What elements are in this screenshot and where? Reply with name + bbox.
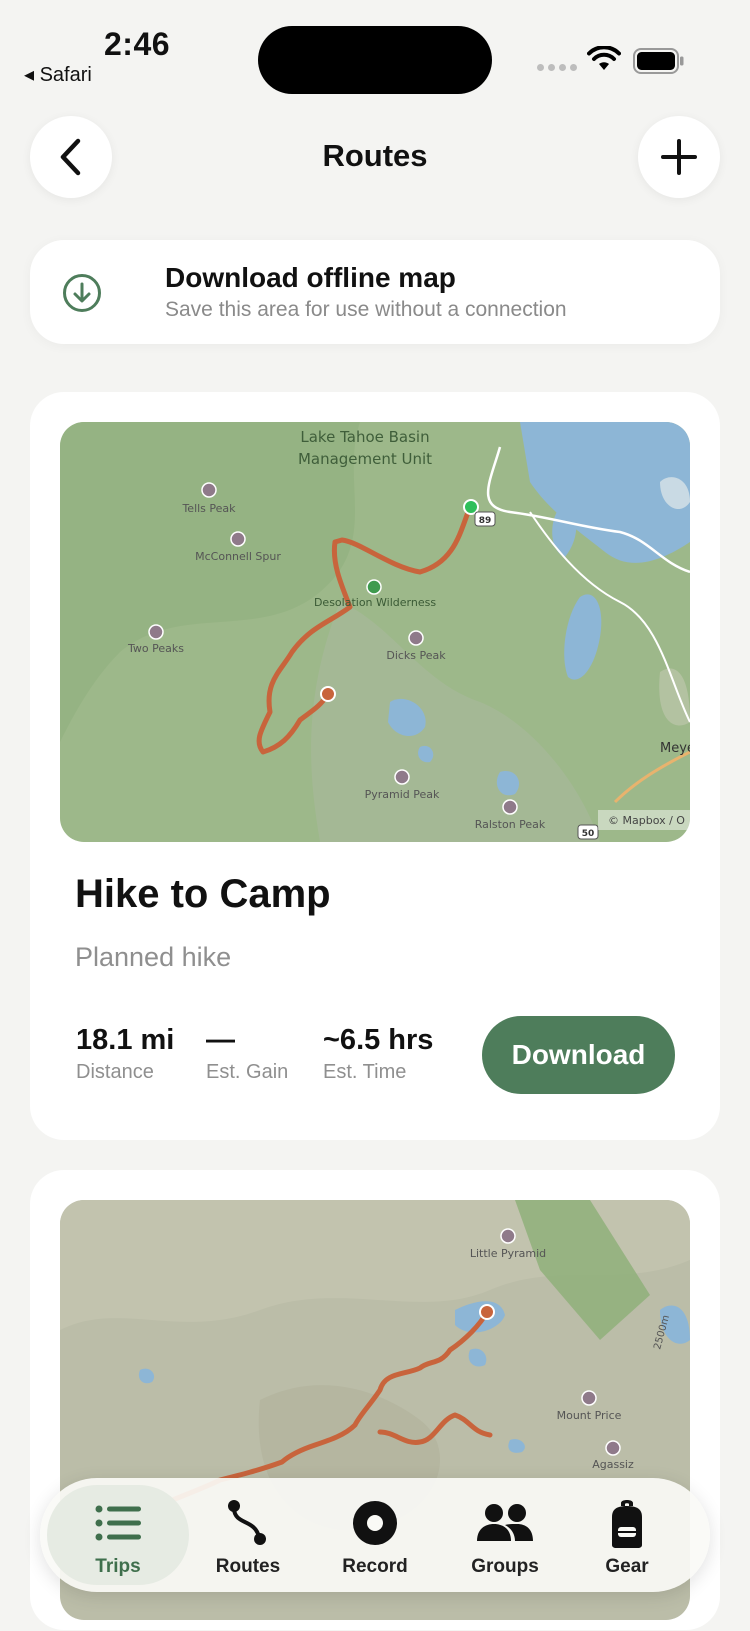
- download-offline-map-banner[interactable]: Download offline map Save this area for …: [30, 240, 720, 344]
- download-circle-icon: [63, 274, 101, 312]
- map-label-dicks-peak: Dicks Peak: [386, 649, 446, 662]
- map-label-little-pyramid: Little Pyramid: [470, 1247, 546, 1260]
- download-button[interactable]: Download: [482, 1016, 675, 1094]
- dynamic-island: [258, 26, 492, 94]
- tab-routes[interactable]: Routes: [190, 1478, 306, 1592]
- map-attribution: © Mapbox / O: [608, 814, 685, 827]
- stat-time-value: ~6.5 hrs: [323, 1024, 434, 1056]
- route-title: Hike to Camp: [75, 872, 331, 916]
- wifi-icon: [587, 46, 621, 70]
- plus-icon: [661, 139, 697, 175]
- cellular-signal-icon: [537, 64, 577, 71]
- map-label-lake-tahoe: Lake Tahoe Basin: [300, 428, 429, 446]
- status-time: 2:46: [104, 26, 171, 62]
- map-label-agassiz: Agassiz: [592, 1458, 634, 1471]
- tab-gear-label: Gear: [605, 1556, 649, 1577]
- route-card[interactable]: 89 Lake Tahoe Basin Management Unit Tell…: [30, 392, 720, 1140]
- back-to-safari-link[interactable]: ◂ Safari: [24, 62, 92, 87]
- battery-icon: [633, 48, 684, 74]
- route-map[interactable]: 89 Lake Tahoe Basin Management Unit Tell…: [60, 422, 690, 842]
- tab-trips-label: Trips: [95, 1556, 141, 1577]
- tab-record[interactable]: Record: [316, 1478, 434, 1592]
- map-label-meyers: Meye: [660, 741, 690, 756]
- tab-groups[interactable]: Groups: [444, 1478, 566, 1592]
- stat-time-label: Est. Time: [323, 1061, 407, 1083]
- map-label-mount-price: Mount Price: [557, 1409, 622, 1422]
- stat-time: ~6.5 hrs Est. Time: [323, 1024, 433, 1084]
- offline-banner-subtitle: Save this area for use without a connect…: [165, 298, 567, 321]
- tab-groups-label: Groups: [471, 1556, 539, 1577]
- map-label-desolation: Desolation Wilderness: [314, 596, 436, 609]
- stat-gain: — Est. Gain: [206, 1024, 288, 1084]
- add-route-button[interactable]: [638, 116, 720, 198]
- map-label-management-unit: Management Unit: [298, 450, 432, 468]
- stat-distance-value: 18.1 mi: [76, 1024, 175, 1056]
- offline-banner-title: Download offline map: [165, 262, 456, 293]
- stat-gain-value: —: [206, 1024, 235, 1056]
- stat-distance-label: Distance: [76, 1061, 154, 1083]
- stat-distance: 18.1 mi Distance: [76, 1024, 174, 1084]
- backpack-icon: [612, 1500, 642, 1548]
- tab-record-label: Record: [342, 1556, 408, 1577]
- map-label-pyramid-peak: Pyramid Peak: [365, 788, 440, 801]
- map-label-mcconnell-spur: McConnell Spur: [195, 550, 281, 563]
- map-label-two-peaks: Two Peaks: [127, 642, 184, 655]
- route-subtitle: Planned hike: [75, 942, 232, 972]
- people-icon: [477, 1504, 533, 1541]
- tab-routes-label: Routes: [215, 1556, 281, 1577]
- map-label-tells-peak: Tells Peak: [181, 502, 236, 515]
- map-label-ralston-peak: Ralston Peak: [475, 818, 546, 831]
- list-icon: [95, 1505, 141, 1541]
- stat-gain-label: Est. Gain: [206, 1061, 289, 1083]
- route-path-icon: [228, 1500, 266, 1545]
- highway-89-label: 89: [479, 516, 492, 526]
- highway-50-label: 50: [582, 829, 595, 839]
- routes-screen: 2:46 ◂ Safari Routes Download offline ma…: [0, 0, 750, 1631]
- record-icon: [353, 1501, 397, 1545]
- tab-gear[interactable]: Gear: [572, 1478, 682, 1592]
- tab-trips[interactable]: Trips: [47, 1478, 189, 1592]
- bottom-tab-bar: Trips Routes Record Groups Gear: [40, 1478, 710, 1592]
